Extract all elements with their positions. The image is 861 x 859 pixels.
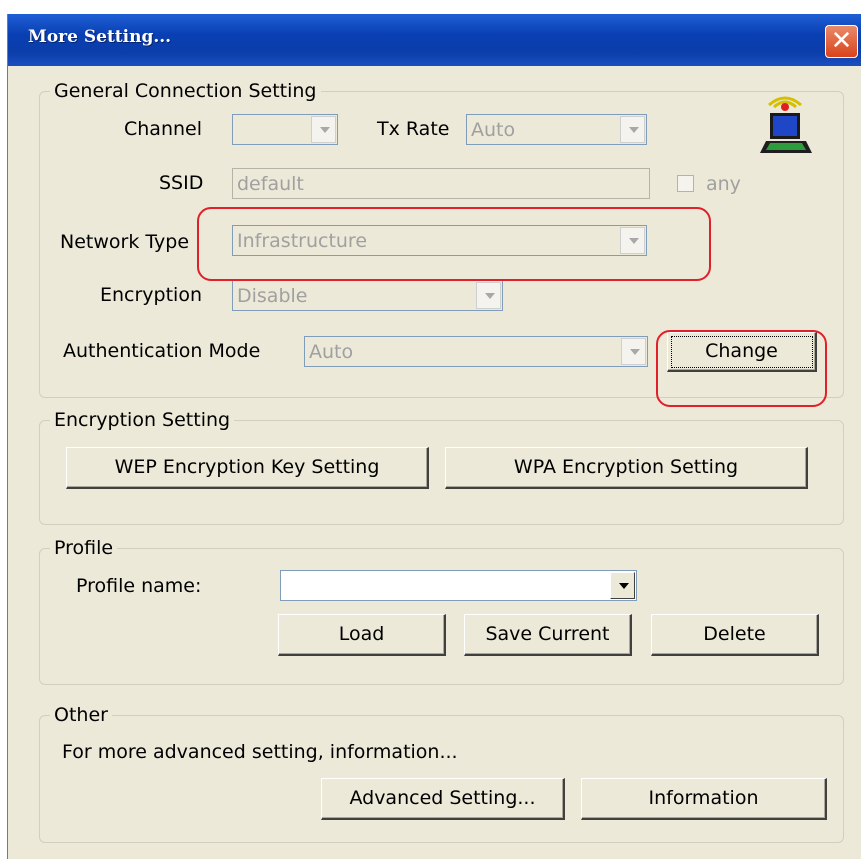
encryption-select[interactable]: Disable <box>232 280 503 311</box>
profile-name-label: Profile name: <box>76 575 202 597</box>
ssid-label: SSID <box>159 172 204 194</box>
other-description: For more advanced setting, information..… <box>62 741 458 763</box>
delete-button-label: Delete <box>703 623 766 645</box>
close-button[interactable]: ✕ <box>825 25 858 58</box>
load-button[interactable]: Load <box>278 614 446 656</box>
general-connection-legend: General Connection Setting <box>50 80 321 102</box>
network-type-label: Network Type <box>60 231 190 253</box>
other-legend: Other <box>50 704 112 726</box>
txrate-value: Auto <box>471 119 516 141</box>
wpa-button-label: WPA Encryption Setting <box>513 456 739 478</box>
wep-button-label: WEP Encryption Key Setting <box>114 456 380 478</box>
channel-select[interactable] <box>232 114 338 145</box>
wep-encryption-key-button[interactable]: WEP Encryption Key Setting <box>66 447 429 489</box>
chevron-down-icon[interactable] <box>476 282 501 309</box>
network-type-highlight <box>197 207 711 281</box>
delete-button[interactable]: Delete <box>651 614 819 656</box>
profile-name-select[interactable] <box>280 570 637 601</box>
txrate-label: Tx Rate <box>377 118 450 140</box>
advanced-setting-button-label: Advanced Setting... <box>349 787 536 809</box>
more-setting-dialog: More Setting... ✕ General Connection Set… <box>7 14 861 859</box>
title-bar[interactable]: More Setting... ✕ <box>8 14 861 66</box>
ssid-value: default <box>237 173 304 195</box>
chevron-down-icon[interactable] <box>311 116 336 143</box>
window-title: More Setting... <box>28 27 172 47</box>
any-checkbox[interactable] <box>677 175 694 192</box>
wpa-encryption-setting-button[interactable]: WPA Encryption Setting <box>445 447 808 489</box>
encryption-value: Disable <box>237 285 308 307</box>
channel-label: Channel <box>124 118 203 140</box>
encryption-label: Encryption <box>100 284 203 306</box>
chevron-down-icon[interactable] <box>621 338 646 365</box>
information-button-label: Information <box>648 787 759 809</box>
close-icon: ✕ <box>830 26 853 56</box>
profile-legend: Profile <box>50 537 118 559</box>
auth-mode-value: Auto <box>309 341 354 363</box>
auth-mode-select[interactable]: Auto <box>304 336 648 367</box>
save-current-button-label: Save Current <box>485 623 610 645</box>
advanced-setting-button[interactable]: Advanced Setting... <box>321 778 565 820</box>
encryption-setting-legend: Encryption Setting <box>50 409 235 431</box>
chevron-down-icon[interactable] <box>620 116 645 143</box>
wireless-adapter-icon <box>760 96 812 153</box>
change-button-highlight <box>656 330 827 407</box>
auth-mode-label: Authentication Mode <box>63 340 261 362</box>
load-button-label: Load <box>338 623 385 645</box>
ssid-field[interactable]: default <box>232 168 650 199</box>
any-label: any <box>706 173 741 195</box>
chevron-down-icon[interactable] <box>610 572 635 599</box>
txrate-select[interactable]: Auto <box>466 114 647 145</box>
information-button[interactable]: Information <box>581 778 827 820</box>
save-current-button[interactable]: Save Current <box>464 614 632 656</box>
